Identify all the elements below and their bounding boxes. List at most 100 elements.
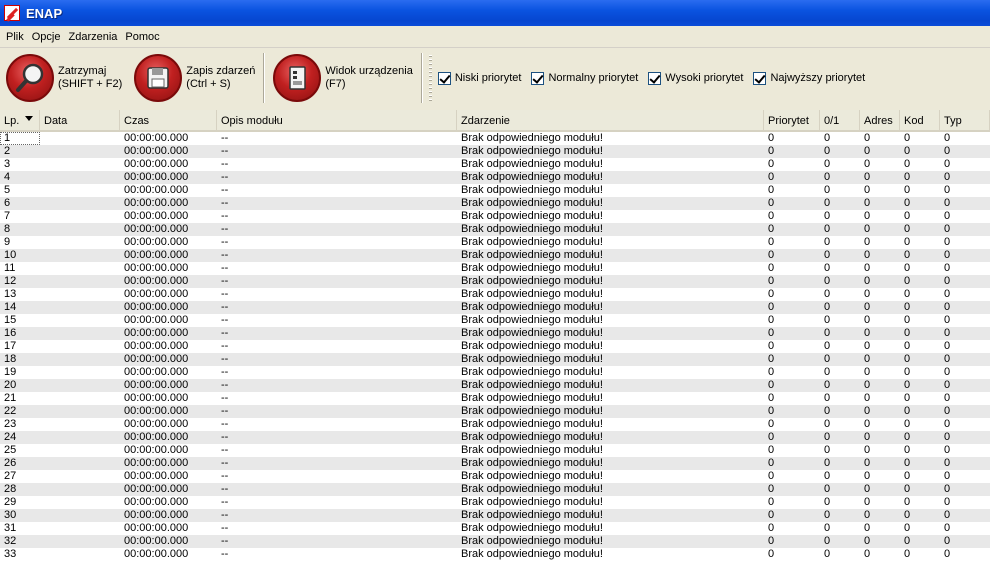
table-row[interactable]: 8 00:00:00.000 -- Brak odpowiedniego modułu… <box>0 223 990 236</box>
cell-typ: 0 <box>944 262 951 274</box>
column-header-kod[interactable]: Kod <box>900 110 940 130</box>
cell-data <box>40 210 120 223</box>
cell-adres: 0 <box>864 249 871 261</box>
cell-czas: 00:00:00.000 <box>124 379 189 391</box>
cell-opis: -- <box>221 483 229 495</box>
column-header-adres[interactable]: Adres <box>860 110 900 130</box>
cell-lp: 27 <box>4 470 17 482</box>
cell-kod: 0 <box>904 197 911 209</box>
table-row[interactable]: 12 00:00:00.000 -- Brak odpowiedniego moduł… <box>0 275 990 288</box>
table-row[interactable]: 17 00:00:00.000 -- Brak odpowiedniego moduł… <box>0 340 990 353</box>
cell-opis: -- <box>221 470 229 482</box>
table-row[interactable]: 27 00:00:00.000 -- Brak odpowiedniego moduł… <box>0 470 990 483</box>
filter-low-priority-checkbox[interactable]: Niski priorytet <box>437 71 522 85</box>
table-row[interactable]: 28 00:00:00.000 -- Brak odpowiedniego moduł… <box>0 483 990 496</box>
filter-highest-priority-checkbox[interactable]: Najwyższy priorytet <box>753 71 866 85</box>
table-row[interactable]: 29 00:00:00.000 -- Brak odpowiedniego moduł… <box>0 496 990 509</box>
cell-opis: -- <box>221 314 229 326</box>
toolbar-grip-handle[interactable] <box>428 55 432 101</box>
table-row[interactable]: 30 00:00:00.000 -- Brak odpowiedniego moduł… <box>0 509 990 522</box>
filter-highest-label: Najwyższy priorytet <box>770 72 866 84</box>
table-row[interactable]: 26 00:00:00.000 -- Brak odpowiedniego moduł… <box>0 457 990 470</box>
column-header-opis-modulu[interactable]: Opis modułu <box>217 110 457 130</box>
cell-czas: 00:00:00.000 <box>124 548 189 560</box>
table-row[interactable]: 9 00:00:00.000 -- Brak odpowiedniego modułu… <box>0 236 990 249</box>
column-header-zdarzenie[interactable]: Zdarzenie <box>457 110 764 130</box>
cell-0-1: 0 <box>824 197 831 209</box>
cell-data <box>40 379 120 392</box>
cell-opis: -- <box>221 184 229 196</box>
cell-data <box>40 171 120 184</box>
menu-opcje[interactable]: Opcje <box>28 31 65 43</box>
checkbox-checked-icon <box>648 71 662 85</box>
cell-typ: 0 <box>944 366 951 378</box>
table-row[interactable]: 4 00:00:00.000 -- Brak odpowiedniego modułu… <box>0 171 990 184</box>
menu-pomoc[interactable]: Pomoc <box>121 31 163 43</box>
cell-lp: 5 <box>4 184 11 196</box>
cell-typ: 0 <box>944 197 951 209</box>
table-row[interactable]: 1 00:00:00.000 -- Brak odpowiedniego modułu… <box>0 132 990 145</box>
table-row[interactable]: 32 00:00:00.000 -- Brak odpowiedniego moduł… <box>0 535 990 548</box>
table-row[interactable]: 6 00:00:00.000 -- Brak odpowiedniego modułu… <box>0 197 990 210</box>
cell-czas: 00:00:00.000 <box>124 444 189 456</box>
table-row[interactable]: 11 00:00:00.000 -- Brak odpowiedniego moduł… <box>0 262 990 275</box>
table-row[interactable]: 21 00:00:00.000 -- Brak odpowiedniego moduł… <box>0 392 990 405</box>
checkbox-checked-icon <box>753 71 767 85</box>
table-row[interactable]: 23 00:00:00.000 -- Brak odpowiedniego moduł… <box>0 418 990 431</box>
table-row[interactable]: 2 00:00:00.000 -- Brak odpowiedniego modułu… <box>0 145 990 158</box>
table-row[interactable]: 18 00:00:00.000 -- Brak odpowiedniego moduł… <box>0 353 990 366</box>
column-header-0-1[interactable]: 0/1 <box>820 110 860 130</box>
cell-czas: 00:00:00.000 <box>124 275 189 287</box>
cell-priorytet: 0 <box>768 340 775 352</box>
table-row[interactable]: 33 00:00:00.000 -- Brak odpowiedniego moduł… <box>0 548 990 561</box>
cell-adres: 0 <box>864 392 871 404</box>
menu-plik[interactable]: Plik <box>2 31 28 43</box>
filter-low-label: Niski priorytet <box>454 72 522 84</box>
table-row[interactable]: 25 00:00:00.000 -- Brak odpowiedniego moduł… <box>0 444 990 457</box>
table-header: Lp. Data Czas Opis modułu Zdarzenie Prio… <box>0 110 990 132</box>
table-row[interactable]: 3 00:00:00.000 -- Brak odpowiedniego modułu… <box>0 158 990 171</box>
table-row[interactable]: 20 00:00:00.000 -- Brak odpowiedniego moduł… <box>0 379 990 392</box>
column-header-czas[interactable]: Czas <box>120 110 217 130</box>
column-header-typ[interactable]: Typ <box>940 110 990 130</box>
cell-lp: 11 <box>4 262 16 274</box>
table-row[interactable]: 24 00:00:00.000 -- Brak odpowiedniego moduł… <box>0 431 990 444</box>
table-row[interactable]: 14 00:00:00.000 -- Brak odpowiedniego moduł… <box>0 301 990 314</box>
column-header-data[interactable]: Data <box>40 110 120 130</box>
cell-zdarzenie: Brak odpowiedniego modułu! <box>461 418 603 430</box>
cell-adres: 0 <box>864 366 871 378</box>
table-row[interactable]: 13 00:00:00.000 -- Brak odpowiedniego moduł… <box>0 288 990 301</box>
events-table[interactable]: Lp. Data Czas Opis modułu Zdarzenie Prio… <box>0 110 990 564</box>
cell-opis: -- <box>221 379 229 391</box>
device-shortcut: (F7) <box>325 78 346 90</box>
table-row[interactable]: 22 00:00:00.000 -- Brak odpowiedniego moduł… <box>0 405 990 418</box>
cell-czas: 00:00:00.000 <box>124 223 189 235</box>
table-row[interactable]: 7 00:00:00.000 -- Brak odpowiedniego modułu… <box>0 210 990 223</box>
cell-priorytet: 0 <box>768 431 775 443</box>
table-row[interactable]: 16 00:00:00.000 -- Brak odpowiedniego moduł… <box>0 327 990 340</box>
sort-descending-icon <box>25 116 33 121</box>
device-view-button[interactable]: Widok urządzenia (F7) <box>267 50 418 106</box>
filter-normal-priority-checkbox[interactable]: Normalny priorytet <box>531 71 638 85</box>
stop-button[interactable]: Zatrzymaj (SHIFT + F2) <box>0 50 128 106</box>
column-header-priorytet[interactable]: Priorytet <box>764 110 820 130</box>
cell-zdarzenie: Brak odpowiedniego modułu! <box>461 158 603 170</box>
cell-zdarzenie: Brak odpowiedniego modułu! <box>461 145 603 157</box>
cell-opis: -- <box>221 444 229 456</box>
filter-high-priority-checkbox[interactable]: Wysoki priorytet <box>648 71 743 85</box>
save-events-button[interactable]: Zapis zdarzeń (Ctrl + S) <box>128 50 261 106</box>
table-row[interactable]: 10 00:00:00.000 -- Brak odpowiedniego moduł… <box>0 249 990 262</box>
table-row[interactable]: 15 00:00:00.000 -- Brak odpowiedniego moduł… <box>0 314 990 327</box>
cell-adres: 0 <box>864 340 871 352</box>
cell-zdarzenie: Brak odpowiedniego modułu! <box>461 392 603 404</box>
table-row[interactable]: 31 00:00:00.000 -- Brak odpowiedniego moduł… <box>0 522 990 535</box>
cell-0-1: 0 <box>824 509 831 521</box>
cell-0-1: 0 <box>824 275 831 287</box>
cell-typ: 0 <box>944 314 951 326</box>
table-row[interactable]: 19 00:00:00.000 -- Brak odpowiedniego moduł… <box>0 366 990 379</box>
menu-zdarzenia[interactable]: Zdarzenia <box>64 31 121 43</box>
table-row[interactable]: 5 00:00:00.000 -- Brak odpowiedniego modułu… <box>0 184 990 197</box>
column-header-lp[interactable]: Lp. <box>0 110 40 130</box>
cell-data <box>40 236 120 249</box>
cell-typ: 0 <box>944 405 951 417</box>
